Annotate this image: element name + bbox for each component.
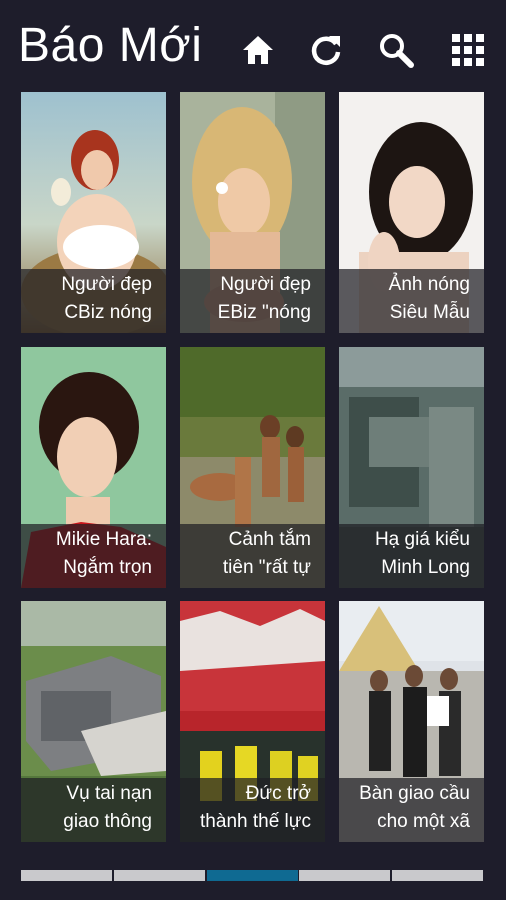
- article-tile[interactable]: Vụ tai nạn giao thông: [21, 601, 166, 842]
- caption-line: Mikie Hara:: [55, 529, 152, 550]
- article-caption: Vụ tai nạn giao thông: [21, 780, 152, 836]
- refresh-button[interactable]: [306, 32, 346, 72]
- page-indicator-segment[interactable]: [299, 870, 391, 881]
- refresh-icon: [308, 32, 344, 73]
- article-caption: Mikie Hara: Ngắm trọn: [21, 526, 152, 582]
- search-icon: [377, 31, 415, 74]
- article-tile[interactable]: Bàn giao cầu cho một xã: [339, 601, 484, 842]
- article-tile[interactable]: Cảnh tắm tiên "rất tự: [180, 347, 325, 588]
- article-caption: Người đẹp EBiz "nóng: [180, 271, 311, 327]
- caption-line: Siêu Mẫu: [389, 302, 470, 323]
- article-tile[interactable]: Ảnh nóng Siêu Mẫu: [339, 92, 484, 333]
- page-indicator-segment[interactable]: [392, 870, 483, 881]
- page-indicator-segment[interactable]: [21, 870, 112, 881]
- caption-line: Hạ giá kiểu: [374, 529, 470, 550]
- article-tile[interactable]: Đức trở thành thế lực: [180, 601, 325, 842]
- caption-line: giao thông: [63, 811, 152, 832]
- page-indicator: [21, 870, 483, 881]
- caption-line: Ngắm trọn: [63, 557, 152, 578]
- caption-line: Ảnh nóng: [388, 274, 470, 295]
- caption-line: Bàn giao cầu: [359, 783, 470, 804]
- article-caption: Bàn giao cầu cho một xã: [339, 780, 470, 836]
- article-tile[interactable]: Hạ giá kiểu Minh Long: [339, 347, 484, 588]
- article-tile[interactable]: Người đẹp EBiz "nóng: [180, 92, 325, 333]
- caption-line: thành thế lực: [200, 811, 311, 832]
- page-indicator-segment[interactable]: [113, 870, 205, 881]
- search-button[interactable]: [376, 32, 416, 72]
- caption-line: Người đẹp: [220, 274, 311, 295]
- app-title: Báo Mới: [18, 19, 203, 72]
- article-caption: Ảnh nóng Siêu Mẫu: [339, 271, 470, 327]
- home-button[interactable]: [238, 32, 278, 72]
- caption-line: Người đẹp: [61, 274, 152, 295]
- caption-line: cho một xã: [377, 811, 470, 832]
- page-indicator-segment-active[interactable]: [206, 870, 298, 881]
- app-header: Báo Mới: [0, 0, 506, 92]
- caption-line: tiên "rất tự: [222, 557, 311, 578]
- caption-line: CBiz nóng: [64, 302, 152, 323]
- article-caption: Đức trở thành thế lực: [180, 780, 311, 836]
- grid-menu-button[interactable]: [448, 32, 488, 72]
- grid-menu-icon: [451, 33, 485, 72]
- article-tile[interactable]: Người đẹp CBiz nóng: [21, 92, 166, 333]
- caption-line: Đức trở: [245, 783, 311, 804]
- article-caption: Người đẹp CBiz nóng: [21, 271, 152, 327]
- article-tile[interactable]: Mikie Hara: Ngắm trọn: [21, 347, 166, 588]
- home-icon: [241, 34, 275, 71]
- caption-line: EBiz "nóng: [217, 302, 311, 323]
- caption-line: Vụ tai nạn: [66, 783, 152, 804]
- caption-line: Minh Long: [381, 557, 470, 578]
- caption-line: Cảnh tắm: [228, 529, 311, 550]
- article-caption: Hạ giá kiểu Minh Long: [339, 526, 470, 582]
- article-caption: Cảnh tắm tiên "rất tự: [180, 526, 311, 582]
